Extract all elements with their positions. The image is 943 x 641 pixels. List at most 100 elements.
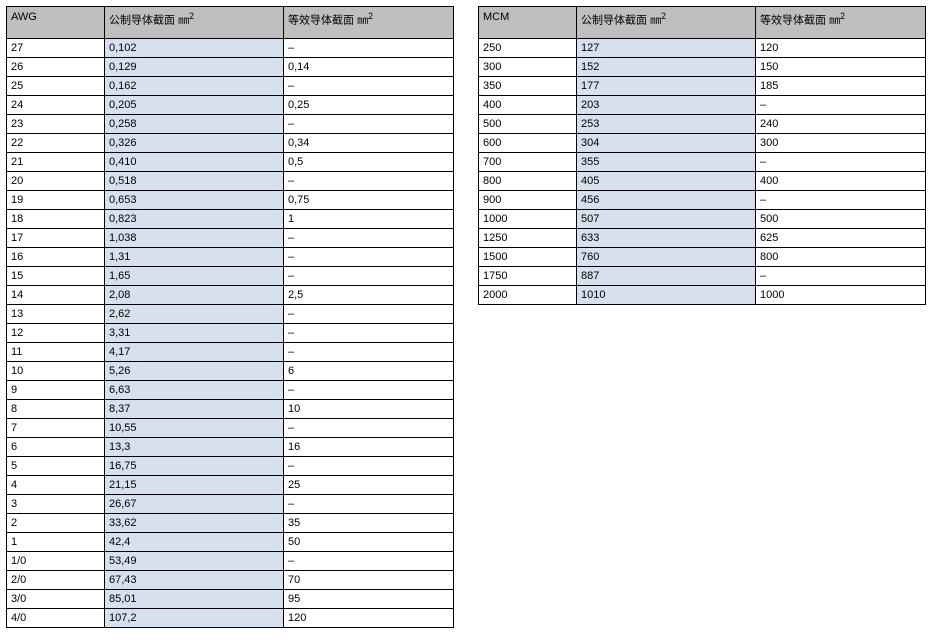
table-cell: – [284, 229, 454, 248]
table-cell: 33,62 [105, 514, 284, 533]
table-row: 270,102– [7, 39, 454, 58]
table-row: 142,082,5 [7, 286, 454, 305]
table-cell: 500 [756, 210, 926, 229]
table-row: 300152150 [479, 58, 926, 77]
table-row: 3/085,0195 [7, 590, 454, 609]
table-cell: 6,63 [105, 381, 284, 400]
table-cell: 27 [7, 39, 105, 58]
table-row: 114,17– [7, 343, 454, 362]
table-cell: 1010 [577, 286, 756, 305]
table-cell: 2,08 [105, 286, 284, 305]
table-cell: 21 [7, 153, 105, 172]
table-cell: 127 [577, 39, 756, 58]
table-row: 600304300 [479, 134, 926, 153]
table-cell: 6 [284, 362, 454, 381]
table-row: 500253240 [479, 115, 926, 134]
mcm-header-row: MCM 公制导体截面 ㎜2 等效导体截面 ㎜2 [479, 7, 926, 39]
table-cell: 26,67 [105, 495, 284, 514]
table-row: 240,2050,25 [7, 96, 454, 115]
table-cell: 900 [479, 191, 577, 210]
awg-header-col2: 公制导体截面 ㎜2 [105, 7, 284, 39]
table-cell: 25 [284, 476, 454, 495]
table-cell: 5,26 [105, 362, 284, 381]
table-cell: – [284, 343, 454, 362]
table-cell: 1/0 [7, 552, 105, 571]
table-cell: 633 [577, 229, 756, 248]
table-row: 151,65– [7, 267, 454, 286]
table-cell: 0,326 [105, 134, 284, 153]
table-row: 1250633625 [479, 229, 926, 248]
table-cell: 0,5 [284, 153, 454, 172]
table-cell: 21,15 [105, 476, 284, 495]
table-cell: 0,34 [284, 134, 454, 153]
table-cell: 8,37 [105, 400, 284, 419]
table-cell: 18 [7, 210, 105, 229]
table-cell: 185 [756, 77, 926, 96]
table-cell: 887 [577, 267, 756, 286]
table-cell: 10,55 [105, 419, 284, 438]
table-cell: 17 [7, 229, 105, 248]
table-row: 2/067,4370 [7, 571, 454, 590]
mcm-body: 250127120300152150350177185400203–500253… [479, 39, 926, 305]
table-cell: 456 [577, 191, 756, 210]
table-cell: 2,62 [105, 305, 284, 324]
table-cell: 14 [7, 286, 105, 305]
table-cell: 400 [479, 96, 577, 115]
table-cell: 1500 [479, 248, 577, 267]
table-row: 230,258– [7, 115, 454, 134]
table-cell: 253 [577, 115, 756, 134]
table-cell: 300 [756, 134, 926, 153]
table-cell: 1,038 [105, 229, 284, 248]
table-cell: 0,25 [284, 96, 454, 115]
table-row: 260,1290,14 [7, 58, 454, 77]
table-cell: – [284, 39, 454, 58]
table-cell: 20 [7, 172, 105, 191]
table-cell: 120 [756, 39, 926, 58]
table-row: 132,62– [7, 305, 454, 324]
table-cell: 1 [284, 210, 454, 229]
table-cell: – [756, 191, 926, 210]
table-cell: 25 [7, 77, 105, 96]
table-cell: 152 [577, 58, 756, 77]
table-cell: 2,5 [284, 286, 454, 305]
table-cell: 35 [284, 514, 454, 533]
mcm-header-col2: 公制导体截面 ㎜2 [577, 7, 756, 39]
table-cell: 1000 [479, 210, 577, 229]
table-cell: 150 [756, 58, 926, 77]
mcm-header-col1: MCM [479, 7, 577, 39]
table-row: 421,1525 [7, 476, 454, 495]
table-cell: 13,3 [105, 438, 284, 457]
table-cell: 11 [7, 343, 105, 362]
table-cell: – [284, 77, 454, 96]
table-cell: 600 [479, 134, 577, 153]
table-row: 1500760800 [479, 248, 926, 267]
table-cell: 12 [7, 324, 105, 343]
table-cell: 16,75 [105, 457, 284, 476]
table-cell: 507 [577, 210, 756, 229]
table-cell: 1,31 [105, 248, 284, 267]
table-cell: 15 [7, 267, 105, 286]
table-cell: 120 [284, 609, 454, 628]
table-row: 88,3710 [7, 400, 454, 419]
table-cell: 42,4 [105, 533, 284, 552]
table-cell: 95 [284, 590, 454, 609]
table-row: 190,6530,75 [7, 191, 454, 210]
table-cell: 500 [479, 115, 577, 134]
table-cell: 0,258 [105, 115, 284, 134]
table-cell: 350 [479, 77, 577, 96]
table-cell: 10 [7, 362, 105, 381]
table-cell: 3 [7, 495, 105, 514]
table-cell: 700 [479, 153, 577, 172]
table-row: 233,6235 [7, 514, 454, 533]
table-row: 350177185 [479, 77, 926, 96]
table-row: 210,4100,5 [7, 153, 454, 172]
table-cell: 177 [577, 77, 756, 96]
table-cell: – [284, 248, 454, 267]
table-cell: 67,43 [105, 571, 284, 590]
table-cell: 85,01 [105, 590, 284, 609]
table-cell: 1250 [479, 229, 577, 248]
table-cell: 2/0 [7, 571, 105, 590]
table-cell: – [284, 381, 454, 400]
table-cell: 9 [7, 381, 105, 400]
mcm-table: MCM 公制导体截面 ㎜2 等效导体截面 ㎜2 2501271203001521… [478, 6, 926, 305]
